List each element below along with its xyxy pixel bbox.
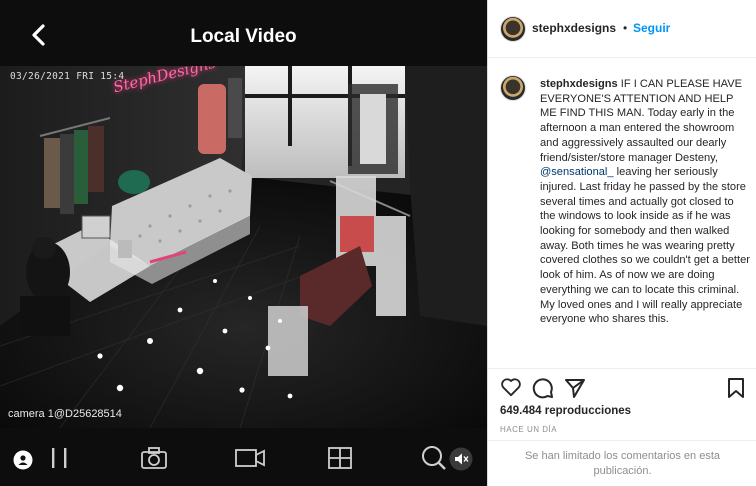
- post-caption: stephxdesigns IF I CAN PLEASE HAVE EVERY…: [540, 77, 752, 327]
- comments-limited-notice: Se han limitado los comentarios en esta …: [524, 450, 721, 477]
- avatar[interactable]: [500, 16, 526, 42]
- grid-layout-button[interactable]: [327, 446, 353, 475]
- heart-icon: [501, 378, 521, 397]
- share-button[interactable]: [564, 377, 586, 404]
- caption-text-2: leaving her seriously injured. Last frid…: [540, 166, 750, 326]
- divider: [488, 440, 756, 441]
- pause-button[interactable]: [50, 446, 70, 475]
- save-button[interactable]: [727, 377, 745, 404]
- follow-button[interactable]: Seguir: [633, 21, 670, 35]
- person-icon: [13, 450, 33, 470]
- cctv-scene: [0, 66, 487, 428]
- post-date: HACE UN DÍA: [500, 425, 558, 434]
- post-header: stephxdesigns • Seguir: [488, 0, 756, 58]
- zoom-icon: [422, 446, 446, 470]
- separator-dot: •: [623, 21, 628, 35]
- camera-label: camera 1@D25628514: [8, 408, 122, 420]
- video-title: Local Video: [190, 26, 297, 47]
- like-button[interactable]: [500, 377, 522, 402]
- header-username[interactable]: stephxdesigns: [532, 21, 616, 35]
- bookmark-icon: [728, 378, 744, 398]
- camera-icon: [141, 447, 167, 469]
- comment-icon: [532, 378, 553, 399]
- caption-avatar[interactable]: [500, 75, 526, 101]
- mute-button[interactable]: [449, 447, 473, 476]
- view-count: 649.484 reproducciones: [500, 405, 632, 417]
- caption-mention[interactable]: @sensational_: [540, 166, 614, 178]
- mute-icon: [449, 447, 473, 471]
- send-icon: [565, 379, 585, 398]
- grid-icon: [328, 447, 352, 469]
- post-panel: stephxdesigns • Seguir stephxdesigns IF …: [487, 0, 756, 486]
- video-frame[interactable]: StephDesigns 03/26/2021 FRI 15:4 camera …: [0, 66, 487, 428]
- snapshot-button[interactable]: [140, 446, 168, 475]
- comment-button[interactable]: [532, 377, 554, 404]
- zoom-button[interactable]: [420, 444, 448, 477]
- video-record-icon: [235, 449, 265, 467]
- person-button[interactable]: [13, 450, 33, 475]
- divider: [488, 368, 756, 369]
- record-button[interactable]: [234, 447, 266, 474]
- caption-text-1: IF I CAN PLEASE HAVE EVERYONE'S ATTENTIO…: [540, 78, 743, 164]
- caption-username[interactable]: stephxdesigns: [540, 78, 618, 90]
- player-controls: [0, 428, 487, 486]
- pause-icon: [52, 448, 67, 468]
- video-header: Local Video: [0, 0, 487, 66]
- video-timestamp: 03/26/2021 FRI 15:4: [10, 71, 125, 82]
- video-pane: Local Video StephDesigns 03/26/2021 FRI …: [0, 0, 487, 486]
